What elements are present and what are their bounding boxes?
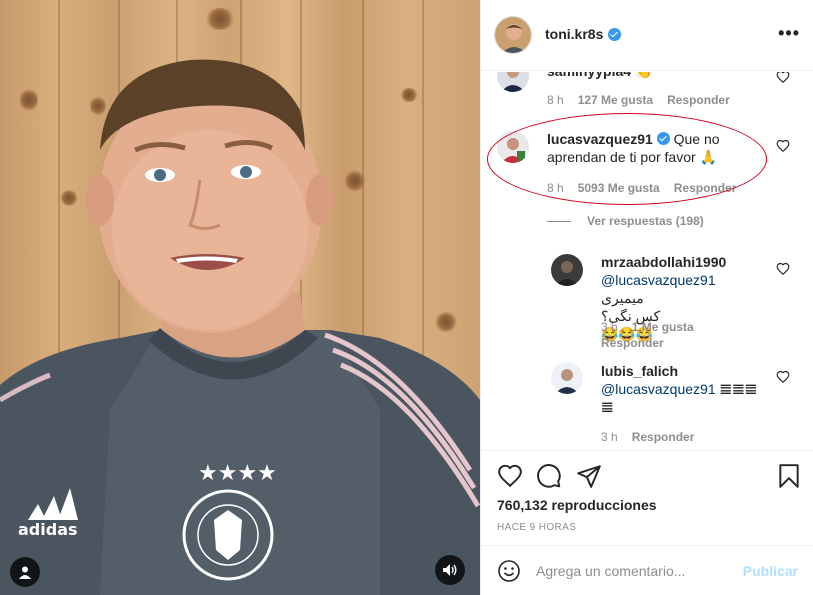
reply-button[interactable]: Responder [674,181,737,195]
comment-time[interactable]: 8 h [547,181,564,195]
commenter-avatar[interactable] [497,72,529,92]
reply-item: lubis_falich @lucasvazquez91 𝌆𝌆𝌆 𝌆 3 h R… [481,360,813,450]
commenter-avatar[interactable] [497,131,529,163]
author-avatar[interactable] [494,16,532,54]
author-username[interactable]: toni.kr8s [545,26,603,42]
video-player[interactable]: ★★★★ adidas [0,0,480,595]
post-header: toni.kr8s ••• [481,0,813,71]
reply-button[interactable]: Responder [601,336,664,350]
comment-icon[interactable] [536,463,562,489]
comment-input[interactable] [536,560,746,582]
comment-time[interactable]: 3 h [601,430,618,444]
comment-likes[interactable]: 127 Me gusta [578,93,653,107]
share-icon[interactable] [576,463,602,489]
comment-text: 👏 [635,72,652,79]
comment-likes[interactable]: 5093 Me gusta [578,181,660,195]
heart-icon[interactable] [497,463,523,489]
view-replies-button[interactable]: Ver respuestas (198) [547,214,704,228]
comment-username[interactable]: lubis_falich [601,363,678,379]
more-options-icon[interactable]: ••• [778,24,800,42]
view-replies-label: Ver respuestas (198) [587,214,704,228]
reply-button[interactable]: Responder [667,93,730,107]
comment-like-icon[interactable] [776,139,790,153]
comments-list[interactable]: saminyypia4 👏 8 h 127 Me gusta Responder… [481,72,813,450]
comment-time[interactable]: 8 h [547,93,564,107]
mention-link[interactable]: @lucasvazquez91 [601,272,716,288]
post-panel: toni.kr8s ••• saminyypia4 👏 8 h 127 Me g… [480,0,813,595]
svg-text:adidas: adidas [18,520,78,539]
comment-username[interactable]: mrzaabdollahi1990 [601,254,726,270]
comment-username[interactable]: lucasvazquez91 [547,131,653,147]
post-timestamp[interactable]: HACE 9 HORAS [497,522,576,533]
volume-icon[interactable] [435,555,465,585]
comment-item: saminyypia4 👏 8 h 127 Me gusta Responder [481,72,813,112]
svg-text:★★★★: ★★★★ [198,461,277,486]
verified-badge-icon [608,27,622,41]
comment-text: میمیری [601,290,644,306]
reply-item: mrzaabdollahi1990 @lucasvazquez91 میمیری… [481,250,813,350]
commenter-avatar[interactable] [551,362,583,394]
view-count: 760,132 reproducciones [497,497,657,513]
mention-link[interactable]: @lucasvazquez91 [601,381,716,397]
user-tag-icon[interactable] [10,557,40,587]
bookmark-icon[interactable] [776,463,802,489]
comment-username[interactable]: saminyypia4 [547,72,631,79]
comment-item: lucasvazquez91 Que no aprendan de ti por… [481,124,813,234]
publish-button[interactable]: Publicar [743,563,798,579]
add-comment-bar: Publicar [481,545,813,595]
comment-time[interactable]: 3 h [601,320,618,334]
verified-badge-icon [656,132,670,145]
comment-like-icon[interactable] [776,370,790,384]
comment-likes[interactable]: 1 Me gusta [632,320,694,334]
emoji-icon[interactable] [497,559,521,583]
divider [547,220,571,222]
comment-like-icon[interactable] [776,262,790,276]
post-actions: 760,132 reproducciones HACE 9 HORAS [481,450,813,545]
commenter-avatar[interactable] [551,254,583,286]
video-frame-person: ★★★★ adidas [0,59,480,595]
reply-button[interactable]: Responder [632,430,695,444]
comment-like-icon[interactable] [776,72,790,84]
